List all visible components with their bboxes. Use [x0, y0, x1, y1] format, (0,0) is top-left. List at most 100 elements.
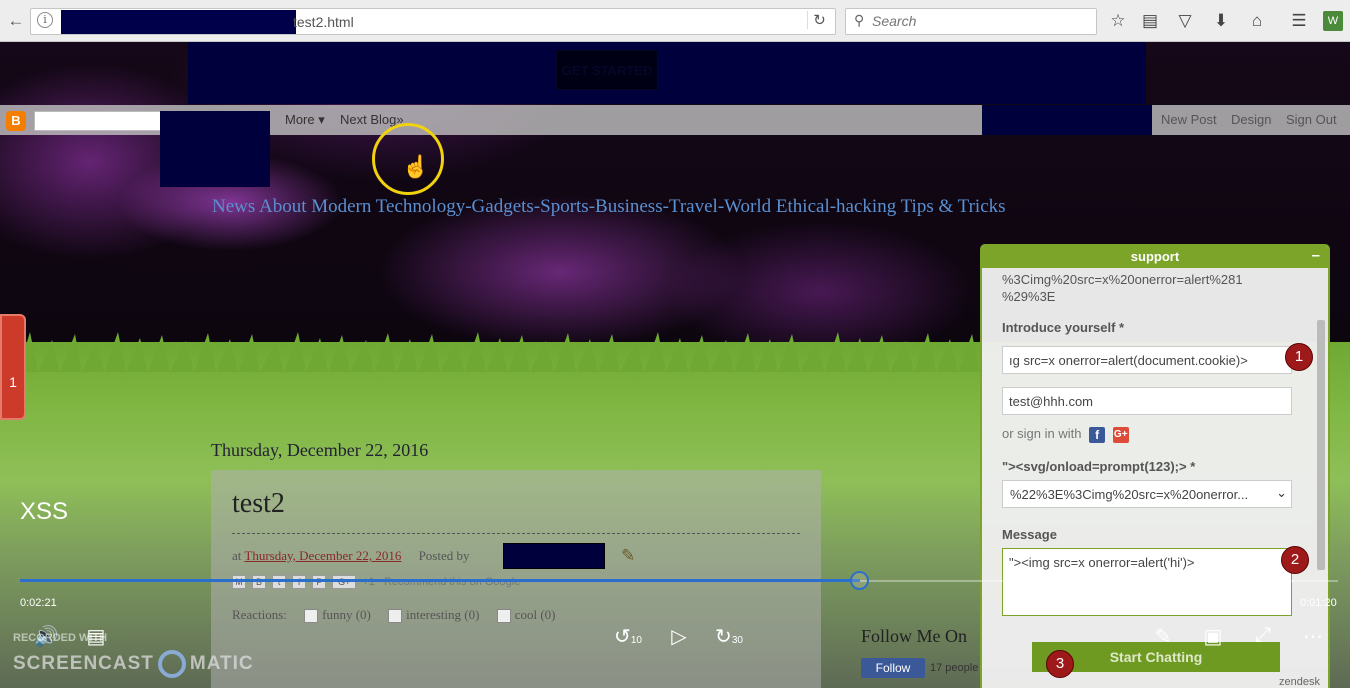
navbar-redaction — [982, 105, 1152, 135]
post-date-header: Thursday, December 22, 2016 — [211, 440, 429, 460]
navbar-new-post[interactable]: New Post — [1161, 112, 1217, 127]
rewind-seconds: 10 — [630, 635, 642, 646]
navbar-more[interactable]: More ▾ — [285, 112, 325, 128]
zendesk-logo: zendesk — [1279, 676, 1320, 688]
post-meta: at Thursday, December 22, 2016 Posted by — [232, 548, 470, 564]
reaction-checkbox-interesting[interactable] — [388, 609, 403, 624]
previous-text-line1: %3Cimg%20src=x%20onerror=alert%281 — [1002, 272, 1243, 287]
reaction-checkbox-cool[interactable] — [496, 609, 511, 624]
header-redaction — [160, 111, 270, 187]
forward-icon[interactable]: ↻30 — [713, 624, 745, 649]
chat-scrollbar-thumb[interactable] — [1317, 320, 1325, 570]
reactions-label: Reactions: — [232, 607, 287, 622]
navbar-sign-out[interactable]: Sign Out — [1286, 112, 1337, 127]
facebook-share-icon[interactable]: f — [292, 575, 307, 589]
support-chat-widget: support – %3Cimg%20src=x%20onerror=alert… — [980, 244, 1330, 688]
email-field[interactable] — [1002, 387, 1292, 415]
video-title: XSS — [20, 498, 69, 525]
reaction-label: cool (0) — [514, 607, 556, 622]
chevron-down-icon: ⌄ — [1276, 485, 1287, 500]
downloads-icon[interactable]: ⬇ — [1211, 11, 1231, 31]
url-redaction — [61, 10, 296, 34]
department-select-value: %22%3E%3Cimg%20src=x%20onerror... — [1010, 487, 1249, 502]
exit-fullscreen-icon[interactable]: ⤢ — [1247, 624, 1279, 647]
rewind-icon[interactable]: ↺10 — [612, 624, 644, 649]
department-select[interactable]: %22%3E%3Cimg%20src=x%20onerror... ⌄ — [1002, 480, 1292, 508]
reload-icon[interactable]: ↻ — [807, 11, 831, 29]
site-info-icon[interactable]: i — [37, 12, 53, 28]
chat-scrollbar[interactable] — [1316, 272, 1326, 624]
top-banner-redaction — [188, 42, 1146, 104]
chat-title: support — [1130, 249, 1180, 264]
reactions-row: Reactions: funny (0) interesting (0) coo… — [232, 607, 556, 624]
home-icon[interactable]: ⌂ — [1247, 11, 1267, 31]
google-plus-login-icon[interactable]: G+ — [1112, 426, 1129, 443]
forward-seconds: 30 — [731, 635, 743, 646]
watermark-ring-icon — [157, 650, 186, 678]
minimize-icon[interactable]: – — [1312, 246, 1320, 266]
annotation-badge-3: 3 — [1046, 650, 1074, 678]
search-bar[interactable]: ⚲ — [845, 8, 1097, 35]
screencast-o-matic-watermark: SCREENCAST MATIC — [13, 650, 254, 678]
video-progress-fill — [20, 579, 860, 582]
search-input[interactable] — [872, 13, 1082, 29]
post-date-link[interactable]: Thursday, December 22, 2016 — [244, 548, 401, 563]
google-plus-share-icon[interactable]: G+ — [332, 575, 357, 589]
video-progress-knob[interactable] — [850, 571, 869, 590]
post-title[interactable]: test2 — [232, 488, 285, 520]
reaction-label: interesting (0) — [406, 607, 480, 622]
edit-pencil-icon[interactable]: ✎ — [621, 546, 635, 566]
browser-toolbar: ← i test2.html ↻ ⚲ ☆ ▤ ▽ ⬇ ⌂ ☰ W — [0, 0, 1350, 42]
message-field[interactable] — [1002, 548, 1292, 616]
navbar-design[interactable]: Design — [1231, 112, 1271, 127]
post-posted-by: Posted by — [418, 548, 470, 563]
follow-title: Follow Me On — [861, 626, 968, 646]
post-meta-at: at — [232, 548, 242, 563]
post-divider — [232, 533, 800, 534]
signin-row: or sign in with f G+ — [1002, 426, 1129, 443]
share-buttons: M B t f P G+ +1 Recommend this on Google — [232, 575, 520, 589]
more-options-icon[interactable]: ⋯ — [1297, 624, 1329, 649]
blog-description: News About Modern Technology-Gadgets-Spo… — [212, 196, 1006, 217]
annotation-badge-1: 1 — [1285, 343, 1313, 371]
chat-header[interactable]: support – — [982, 246, 1328, 268]
watermark-left: SCREENCAST — [13, 653, 154, 675]
blog-share-icon[interactable]: B — [252, 575, 267, 589]
picture-in-picture-icon[interactable]: ▣ — [1197, 624, 1229, 649]
side-widget-tab[interactable]: 1 — [0, 314, 26, 420]
play-icon[interactable]: ▷ — [663, 624, 695, 649]
reading-list-icon[interactable]: ▤ — [1140, 11, 1160, 31]
get-started-button[interactable]: GET STARTED — [556, 50, 658, 90]
remaining-time: 0:01:20 — [1300, 597, 1337, 609]
navbar-search-input[interactable] — [34, 111, 162, 131]
author-redaction — [503, 543, 605, 569]
email-share-icon[interactable]: M — [232, 575, 246, 589]
reaction-checkbox-funny[interactable] — [304, 609, 319, 624]
follow-count: 17 people — [930, 662, 979, 674]
annotation-badge-2: 2 — [1281, 546, 1309, 574]
facebook-login-icon[interactable]: f — [1089, 426, 1106, 443]
watermark-recorded-with: RECORDED WITH — [13, 632, 108, 644]
draw-pencil-icon[interactable]: ✎ — [1147, 624, 1179, 649]
message-label: Message — [1002, 527, 1057, 542]
reaction-label: funny (0) — [322, 607, 371, 622]
extension-icon[interactable]: W — [1323, 11, 1343, 31]
facebook-follow-button[interactable]: Follow — [861, 658, 925, 678]
name-field[interactable] — [1002, 346, 1292, 374]
menu-icon[interactable]: ☰ — [1289, 11, 1309, 31]
back-icon[interactable]: ← — [4, 0, 28, 42]
elapsed-time: 0:02:21 — [20, 597, 57, 609]
url-text: test2.html — [293, 14, 354, 30]
blogger-logo-icon[interactable]: B — [6, 111, 26, 131]
bookmark-star-icon[interactable]: ☆ — [1108, 11, 1128, 31]
url-bar[interactable]: i test2.html ↻ — [30, 8, 836, 35]
signin-text: or sign in with — [1002, 426, 1082, 441]
pinterest-share-icon[interactable]: P — [312, 575, 327, 589]
previous-text-line2: %29%3E — [1002, 289, 1056, 304]
twitter-share-icon[interactable]: t — [272, 575, 287, 589]
watermark-right: MATIC — [189, 653, 254, 675]
pocket-icon[interactable]: ▽ — [1175, 11, 1195, 31]
blog-page: GET STARTED B More ▾ Next Blog» New Post… — [0, 42, 1350, 688]
name-label: Introduce yourself * — [1002, 320, 1125, 335]
hand-cursor-icon: ☝ — [402, 154, 430, 179]
